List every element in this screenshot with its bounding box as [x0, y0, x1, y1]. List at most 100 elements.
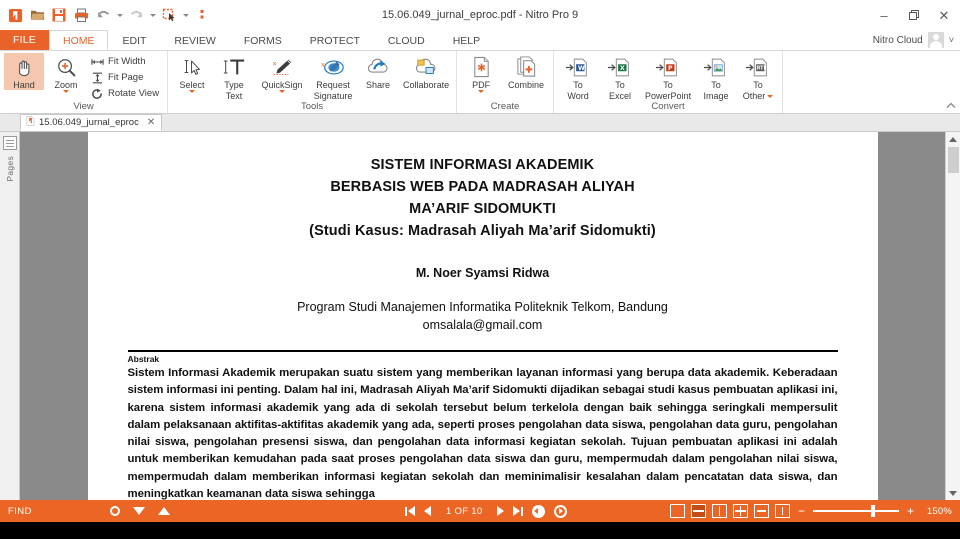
tab-cloud[interactable]: CLOUD — [374, 30, 439, 50]
zoom-dropdown-caret-icon[interactable] — [63, 90, 69, 93]
tab-file[interactable]: FILE — [0, 30, 49, 50]
close-button[interactable]: ✕ — [936, 7, 952, 23]
tab-help[interactable]: HELP — [439, 30, 494, 50]
request-signature-button[interactable]: x Request Signature — [310, 53, 356, 101]
zoom-in-button[interactable]: + — [905, 505, 916, 517]
window-controls: – ✕ — [876, 0, 960, 30]
restore-button[interactable] — [906, 7, 922, 23]
rotate-view-label: Rotate View — [108, 88, 160, 99]
quicksign-dropdown-caret-icon[interactable] — [279, 90, 286, 93]
pdf-file-icon — [26, 116, 35, 129]
fit-page-icon — [90, 72, 104, 84]
zoom-level-label[interactable]: 150% — [922, 506, 952, 517]
to-word-button[interactable]: W To Word — [558, 53, 598, 101]
combine-button[interactable]: Combine — [503, 53, 549, 90]
account-chevron-down-icon[interactable]: ˅ — [949, 35, 954, 45]
hand-tool-button[interactable]: Hand — [4, 53, 44, 90]
save-icon[interactable] — [49, 5, 69, 25]
pages-side-panel[interactable]: Pages — [0, 132, 20, 500]
find-bar[interactable]: FIND — [0, 500, 230, 522]
create-pdf-dropdown-caret-icon[interactable] — [478, 90, 485, 93]
svg-text:RTF: RTF — [757, 65, 767, 71]
open-icon[interactable] — [27, 5, 47, 25]
nitro-logo-icon[interactable] — [5, 5, 25, 25]
undo-dropdown-caret-icon[interactable] — [115, 5, 124, 25]
rotate-view-button[interactable]: Rotate View — [90, 86, 163, 101]
to-other-dropdown-caret-icon[interactable] — [767, 94, 774, 98]
tab-edit[interactable]: EDIT — [108, 30, 160, 50]
minimize-button[interactable]: – — [876, 7, 892, 23]
to-excel-button[interactable]: X To Excel — [600, 53, 640, 101]
zoom-tool-label: Zoom — [54, 80, 78, 90]
zoom-out-button[interactable]: − — [796, 505, 807, 517]
svg-text:x: x — [321, 60, 325, 68]
quicksign-button[interactable]: x QuickSign — [256, 53, 308, 93]
rotate-left-icon[interactable] — [532, 504, 546, 518]
zoom-slider[interactable] — [812, 505, 899, 517]
single-page-view-button[interactable] — [669, 504, 685, 518]
nitro-cloud-account[interactable]: Nitro Cloud ˅ — [873, 30, 960, 50]
select-dropdown-caret-icon[interactable] — [189, 90, 196, 93]
to-image-line1: To — [711, 80, 721, 90]
two-page-continuous-view-button[interactable] — [732, 504, 748, 518]
zoom-tool-button[interactable]: Zoom — [46, 53, 86, 93]
tab-forms[interactable]: FORMS — [230, 30, 296, 50]
pages-panel-icon[interactable] — [2, 136, 17, 150]
select-dropdown-caret-icon[interactable] — [181, 5, 190, 25]
scrollbar-thumb[interactable] — [947, 147, 959, 173]
zoom-slider-thumb[interactable] — [870, 505, 875, 517]
two-page-view-button[interactable] — [711, 504, 727, 518]
tab-review[interactable]: REVIEW — [160, 30, 229, 50]
first-page-icon[interactable] — [405, 506, 415, 516]
document-tab[interactable]: 15.06.049_jurnal_eproc ✕ — [20, 114, 163, 131]
find-next-icon[interactable] — [132, 507, 145, 515]
fit-width-button[interactable]: Fit Width — [90, 54, 163, 69]
print-icon[interactable] — [71, 5, 91, 25]
to-image-icon — [703, 55, 729, 79]
undo-icon[interactable] — [93, 5, 113, 25]
avatar[interactable] — [927, 32, 944, 48]
share-button[interactable]: Share — [358, 53, 398, 90]
scroll-up-button[interactable] — [945, 132, 960, 146]
select-tool-button[interactable]: Select — [172, 53, 212, 93]
scroll-down-button[interactable] — [945, 486, 960, 500]
to-powerpoint-line2: PowerPoint — [645, 91, 692, 101]
close-tab-icon[interactable]: ✕ — [147, 117, 155, 128]
ribbon-panel: Hand Zoom Fit Width Fit Page Rotate View… — [0, 50, 960, 114]
collaborate-button[interactable]: Collaborate — [400, 53, 452, 90]
rotate-right-icon[interactable] — [554, 504, 568, 518]
select-tool-icon[interactable] — [159, 5, 179, 25]
type-text-button[interactable]: Type Text — [214, 53, 254, 101]
to-other-line2: Other — [742, 91, 766, 101]
page-indicator[interactable]: 1 OF 10 — [440, 506, 488, 517]
fit-page-label: Fit Page — [108, 72, 144, 83]
customize-icon[interactable] — [192, 5, 212, 25]
previous-page-icon[interactable] — [424, 506, 431, 516]
redo-icon[interactable] — [126, 5, 146, 25]
document-viewer[interactable]: SISTEM INFORMASI AKADEMIK BERBASIS WEB P… — [20, 132, 945, 500]
abstract-heading: Abstrak — [127, 354, 160, 364]
full-screen-view-button[interactable] — [774, 504, 790, 518]
find-previous-icon[interactable] — [157, 507, 170, 515]
pdf-page: SISTEM INFORMASI AKADEMIK BERBASIS WEB P… — [87, 132, 878, 500]
tab-protect[interactable]: PROTECT — [296, 30, 374, 50]
fit-page-button[interactable]: Fit Page — [90, 70, 163, 85]
collapse-ribbon-button[interactable] — [946, 102, 956, 112]
abstract-divider — [127, 350, 838, 352]
next-page-icon[interactable] — [497, 506, 505, 516]
fit-page-view-button[interactable] — [753, 504, 769, 518]
last-page-icon[interactable] — [513, 506, 524, 516]
to-image-button[interactable]: To Image — [696, 53, 736, 101]
page-navigation: 1 OF 10 — [405, 504, 568, 518]
vertical-scrollbar[interactable] — [945, 132, 960, 500]
tab-home[interactable]: HOME — [48, 30, 109, 50]
create-pdf-button[interactable]: PDF — [461, 53, 501, 93]
to-other-button[interactable]: RTF To Other — [738, 53, 778, 101]
to-powerpoint-button[interactable]: P To PowerPoint — [642, 53, 694, 101]
to-excel-line2: Excel — [609, 91, 632, 101]
to-image-line2: Image — [703, 91, 729, 101]
gear-icon[interactable] — [109, 506, 120, 516]
redo-dropdown-caret-icon[interactable] — [148, 5, 157, 25]
continuous-page-view-button[interactable] — [690, 504, 706, 518]
request-signature-icon: x — [321, 55, 345, 79]
